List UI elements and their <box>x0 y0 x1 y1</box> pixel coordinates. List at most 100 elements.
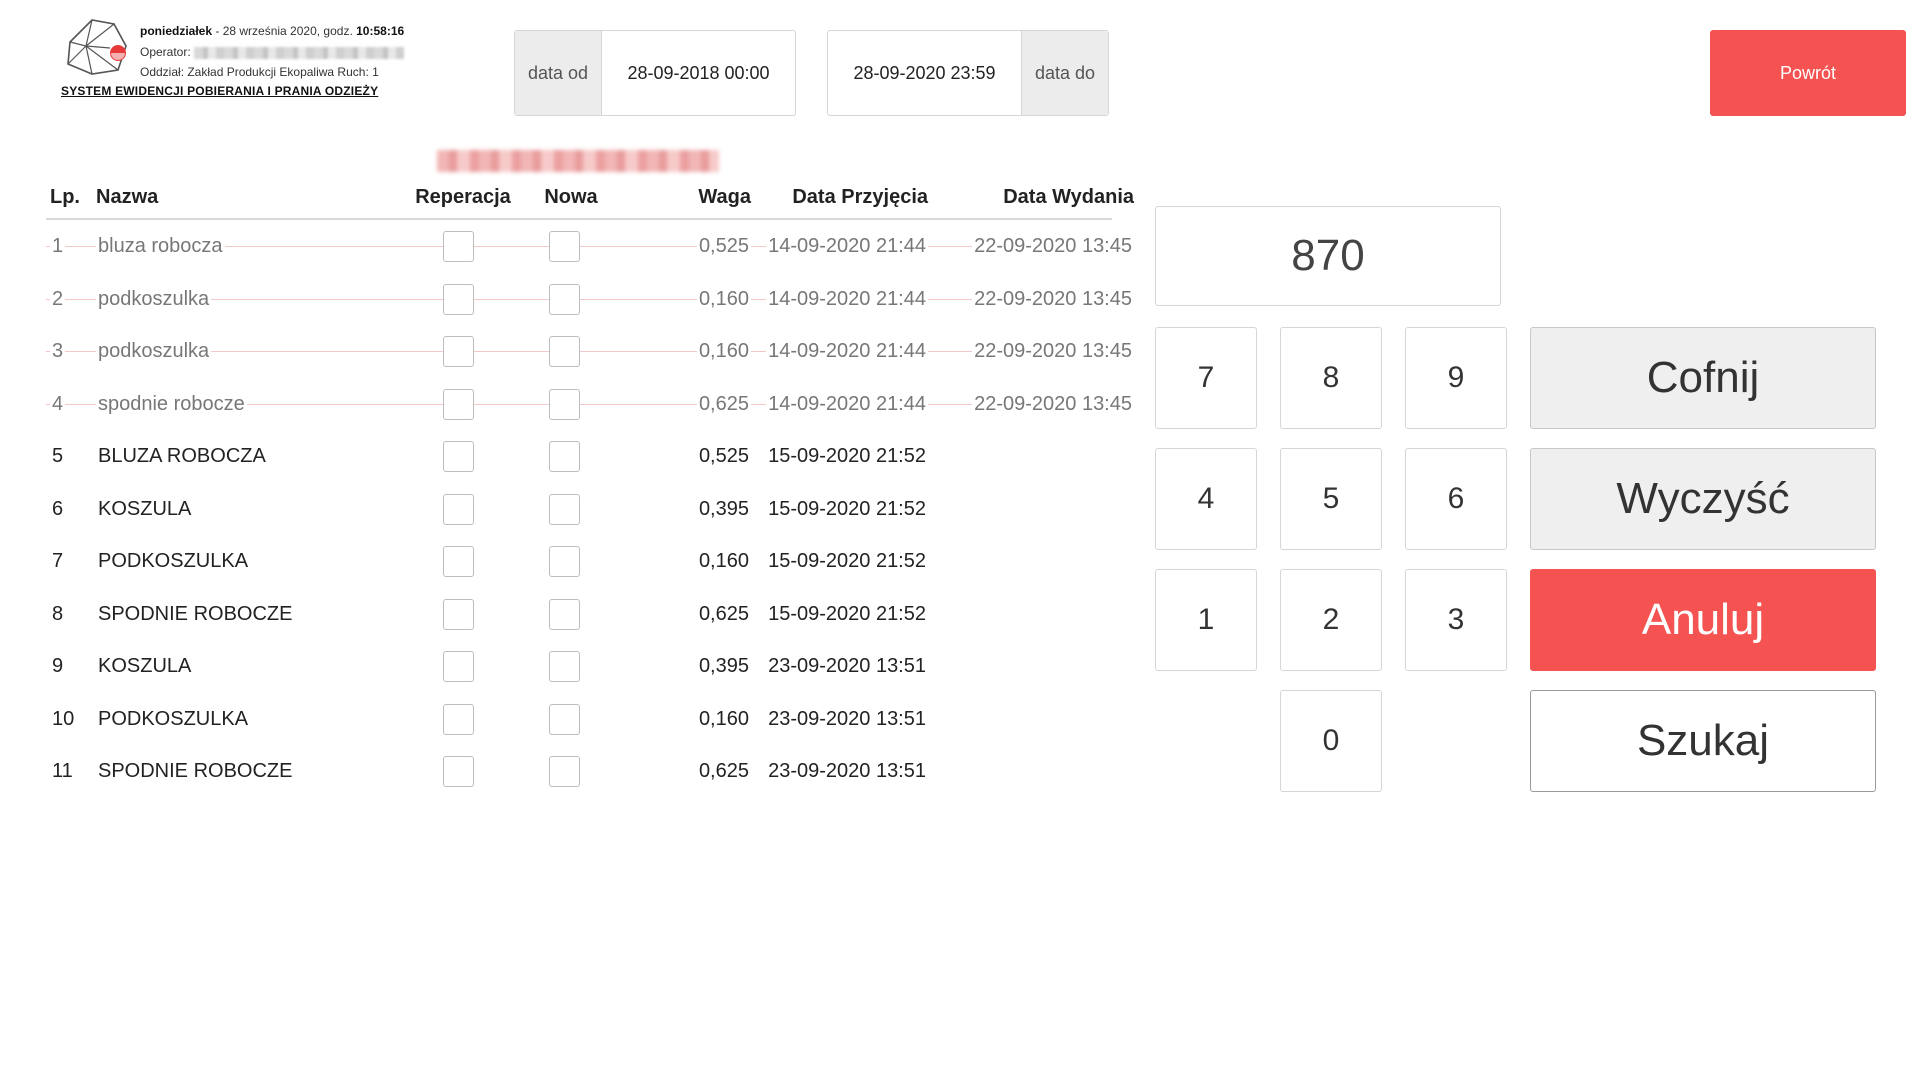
row-lp: 1 <box>50 235 66 257</box>
row-received: 23-09-2020 13:51 <box>766 760 928 782</box>
row-weight: 0,160 <box>696 550 751 572</box>
row-weight: 0,525 <box>696 235 751 257</box>
table-row: 11 SPODNIE ROBOCZE 0,625 23-09-2020 13:51 <box>46 745 1112 798</box>
number-display: 870 <box>1155 206 1501 306</box>
header-date: - 28 września 2020, godz. <box>212 24 357 38</box>
date-to-value[interactable]: 28-09-2020 23:59 <box>828 31 1021 115</box>
repair-checkbox[interactable] <box>443 493 474 525</box>
col-repair: Reperacja <box>415 186 511 208</box>
repair-checkbox[interactable] <box>443 231 474 262</box>
row-issued: 22-09-2020 13:45 <box>972 287 1134 310</box>
header-branch: Oddział: Zakład Produkcji Ekopaliwa Ruch… <box>140 65 379 79</box>
search-button[interactable]: Szukaj <box>1530 690 1876 792</box>
items-table: Lp. Nazwa Reperacja Nowa Waga Data Przyj… <box>46 176 1134 798</box>
row-name: KOSZULA <box>96 655 194 677</box>
row-lp: 10 <box>50 707 77 730</box>
row-weight: 0,625 <box>696 392 751 415</box>
key-2[interactable]: 2 <box>1280 569 1382 671</box>
key-1[interactable]: 1 <box>1155 569 1257 671</box>
row-name: podkoszulka <box>96 340 212 362</box>
key-7[interactable]: 7 <box>1155 327 1257 429</box>
header-time: 10:58:16 <box>356 24 405 38</box>
row-lp: 2 <box>50 287 66 310</box>
date-to-field[interactable]: 28-09-2020 23:59 data do <box>827 30 1109 116</box>
new-checkbox[interactable] <box>549 546 580 577</box>
repair-checkbox[interactable] <box>443 546 474 577</box>
new-checkbox[interactable] <box>549 598 580 630</box>
clear-button[interactable]: Wyczyść <box>1530 448 1876 550</box>
row-received: 23-09-2020 13:51 <box>766 655 928 677</box>
new-checkbox[interactable] <box>549 283 580 315</box>
new-checkbox[interactable] <box>549 388 580 420</box>
row-name: PODKOSZULKA <box>96 707 251 730</box>
repair-checkbox[interactable] <box>443 703 474 735</box>
row-issued: 22-09-2020 13:45 <box>972 235 1134 257</box>
table-row: 4 spodnie robocze 0,625 14-09-2020 21:44 22-… <box>46 378 1134 431</box>
row-weight: 0,525 <box>696 445 751 467</box>
row-weight: 0,160 <box>696 340 751 362</box>
repair-checkbox[interactable] <box>443 651 474 682</box>
back-button[interactable]: Powrót <box>1710 30 1906 116</box>
row-weight: 0,625 <box>696 602 751 625</box>
col-name: Nazwa <box>96 186 159 208</box>
table-row: 1 bluza robocza 0,525 14-09-2020 21:44 22-09… <box>46 220 1134 273</box>
table-row: 10 PODKOSZULKA 0,160 23-09-2020 13:51 <box>46 693 1112 746</box>
repair-checkbox[interactable] <box>443 756 474 787</box>
new-checkbox[interactable] <box>549 651 580 682</box>
employee-name-redacted <box>437 150 719 172</box>
row-lp: 3 <box>50 340 66 362</box>
system-title-link[interactable]: SYSTEM EWIDENCJI POBIERANIA I PRANIA ODZ… <box>61 84 378 98</box>
operator-label: Operator: <box>140 45 191 59</box>
row-name: bluza robocza <box>96 235 225 257</box>
table-row: 3 podkoszulka 0,160 14-09-2020 21:44 22-09-2… <box>46 325 1134 378</box>
row-name: BLUZA ROBOCZA <box>96 445 268 467</box>
key-4[interactable]: 4 <box>1155 448 1257 550</box>
row-received: 14-09-2020 21:44 <box>766 392 928 415</box>
col-new: Nowa <box>544 186 598 208</box>
key-5[interactable]: 5 <box>1280 448 1382 550</box>
row-received: 15-09-2020 21:52 <box>766 550 928 572</box>
repair-checkbox[interactable] <box>443 598 474 630</box>
row-name: podkoszulka <box>96 287 212 310</box>
row-weight: 0,395 <box>696 655 751 677</box>
key-9[interactable]: 9 <box>1405 327 1507 429</box>
col-lp: Lp. <box>50 186 80 208</box>
col-weight: Waga <box>698 186 751 208</box>
table-row: 5 BLUZA ROBOCZA 0,525 15-09-2020 21:52 <box>46 430 1112 483</box>
header-operator: Operator: <box>140 45 405 59</box>
repair-checkbox[interactable] <box>443 441 474 472</box>
table-row: 2 podkoszulka 0,160 14-09-2020 21:44 22-09-2… <box>46 273 1134 326</box>
new-checkbox[interactable] <box>549 703 580 735</box>
new-checkbox[interactable] <box>549 493 580 525</box>
row-lp: 5 <box>50 445 66 467</box>
operator-name-redacted <box>194 46 405 59</box>
row-lp: 6 <box>50 497 66 520</box>
key-3[interactable]: 3 <box>1405 569 1507 671</box>
row-name: KOSZULA <box>96 497 194 520</box>
undo-button[interactable]: Cofnij <box>1530 327 1876 429</box>
row-weight: 0,160 <box>696 287 751 310</box>
row-received: 14-09-2020 21:44 <box>766 287 928 310</box>
new-checkbox[interactable] <box>549 756 580 787</box>
new-checkbox[interactable] <box>549 441 580 472</box>
row-name: spodnie robocze <box>96 392 247 415</box>
key-6[interactable]: 6 <box>1405 448 1507 550</box>
row-received: 15-09-2020 21:52 <box>766 602 928 625</box>
date-from-value[interactable]: 28-09-2018 00:00 <box>602 31 795 115</box>
repair-checkbox[interactable] <box>443 388 474 420</box>
row-received: 14-09-2020 21:44 <box>766 340 928 362</box>
repair-checkbox[interactable] <box>443 283 474 315</box>
new-checkbox[interactable] <box>549 336 580 367</box>
row-name: SPODNIE ROBOCZE <box>96 602 295 625</box>
table-row: 9 KOSZULA 0,395 23-09-2020 13:51 <box>46 640 1112 693</box>
key-8[interactable]: 8 <box>1280 327 1382 429</box>
cancel-button[interactable]: Anuluj <box>1530 569 1876 671</box>
logo-icon <box>67 19 127 75</box>
new-checkbox[interactable] <box>549 231 580 262</box>
date-from-field[interactable]: data od 28-09-2018 00:00 <box>514 30 796 116</box>
row-lp: 8 <box>50 602 66 625</box>
key-0[interactable]: 0 <box>1280 690 1382 792</box>
date-to-label: data do <box>1021 31 1108 115</box>
table-row: 7 PODKOSZULKA 0,160 15-09-2020 21:52 <box>46 535 1112 588</box>
repair-checkbox[interactable] <box>443 336 474 367</box>
